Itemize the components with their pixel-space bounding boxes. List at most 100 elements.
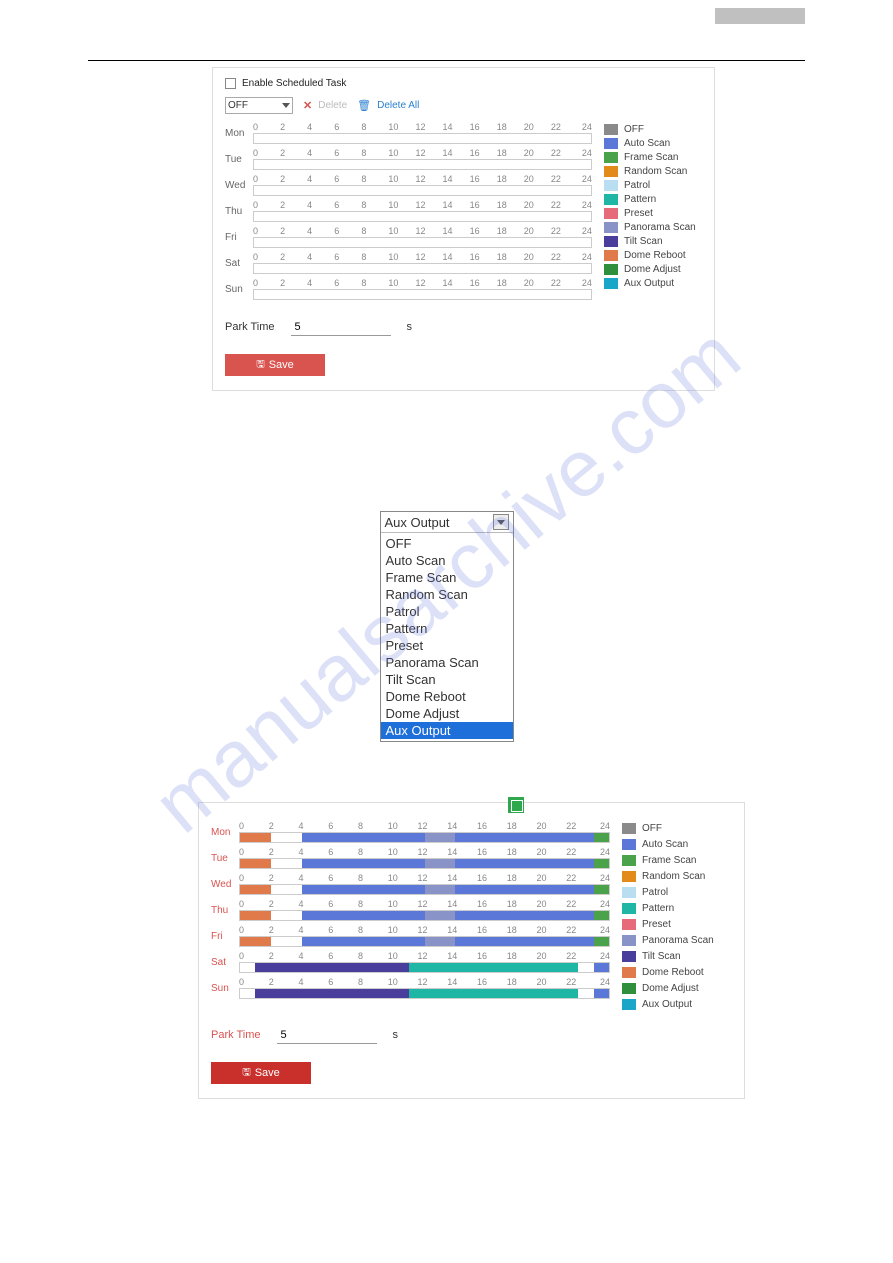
day-track[interactable]: [253, 133, 592, 144]
schedule-segment[interactable]: [240, 911, 271, 920]
legend-swatch: [622, 823, 636, 834]
legend: OFFAuto ScanFrame ScanRandom ScanPatrolP…: [604, 120, 702, 302]
schedule-grid[interactable]: Mon024681012141618202224Tue0246810121416…: [225, 120, 592, 302]
schedule-segment[interactable]: [594, 885, 609, 894]
legend-swatch: [622, 983, 636, 994]
legend-item: Aux Output: [622, 999, 732, 1010]
legend-label: Patrol: [642, 887, 668, 898]
schedule-segment[interactable]: [594, 963, 609, 972]
schedule-segment[interactable]: [302, 911, 425, 920]
legend-swatch: [622, 839, 636, 850]
legend-item: OFF: [604, 124, 702, 135]
schedule-segment[interactable]: [240, 885, 271, 894]
trash-icon: 🗑: [357, 99, 371, 112]
legend-swatch: [622, 871, 636, 882]
day-track[interactable]: [253, 211, 592, 222]
schedule-segment[interactable]: [455, 937, 593, 946]
schedule-segment[interactable]: [255, 963, 409, 972]
copy-icon[interactable]: [508, 797, 524, 813]
day-track[interactable]: [239, 962, 610, 973]
legend-swatch: [604, 194, 618, 205]
dropdown-option[interactable]: Auto Scan: [381, 552, 513, 569]
legend-item: Auto Scan: [604, 138, 702, 149]
day-track[interactable]: [253, 289, 592, 300]
legend-item: Dome Adjust: [604, 264, 702, 275]
day-track[interactable]: [253, 159, 592, 170]
schedule-segment[interactable]: [409, 989, 578, 998]
legend-item: Preset: [604, 208, 702, 219]
schedule-segment[interactable]: [455, 911, 593, 920]
task-type-select[interactable]: OFF: [225, 97, 293, 114]
legend-label: Pattern: [642, 903, 674, 914]
schedule-segment[interactable]: [425, 885, 456, 894]
schedule-segment[interactable]: [425, 937, 456, 946]
dropdown-option[interactable]: Panorama Scan: [381, 654, 513, 671]
schedule-segment[interactable]: [594, 859, 609, 868]
legend-label: Aux Output: [624, 278, 674, 289]
legend-item: Random Scan: [622, 871, 732, 882]
day-track[interactable]: [239, 858, 610, 869]
dropdown-selected: Aux Output: [385, 515, 450, 530]
schedule-segment[interactable]: [455, 833, 593, 842]
dropdown-toggle[interactable]: [493, 514, 509, 530]
schedule-segment[interactable]: [425, 911, 456, 920]
day-track[interactable]: [253, 237, 592, 248]
dropdown-option[interactable]: Aux Output: [381, 722, 513, 739]
dropdown-option[interactable]: Preset: [381, 637, 513, 654]
day-track[interactable]: [253, 185, 592, 196]
schedule-segment[interactable]: [255, 989, 409, 998]
legend-swatch: [604, 152, 618, 163]
day-track[interactable]: [239, 936, 610, 947]
legend-item: Panorama Scan: [604, 222, 702, 233]
day-track[interactable]: [253, 263, 592, 274]
schedule-segment[interactable]: [594, 833, 609, 842]
schedule-grid[interactable]: Mon024681012141618202224Tue0246810121416…: [211, 819, 610, 1010]
legend-swatch: [622, 855, 636, 866]
save-button[interactable]: Save: [211, 1062, 311, 1084]
delete-all-button[interactable]: 🗑 Delete All: [357, 99, 419, 112]
dropdown-option[interactable]: Frame Scan: [381, 569, 513, 586]
task-type-dropdown[interactable]: Aux Output OFFAuto ScanFrame ScanRandom …: [380, 511, 514, 742]
delete-button[interactable]: ✕ Delete: [303, 99, 347, 112]
schedule-segment[interactable]: [594, 937, 609, 946]
schedule-segment[interactable]: [455, 885, 593, 894]
schedule-segment[interactable]: [409, 963, 578, 972]
schedule-segment[interactable]: [302, 885, 425, 894]
park-time-input[interactable]: [291, 318, 391, 336]
day-track[interactable]: [239, 884, 610, 895]
schedule-segment[interactable]: [425, 859, 456, 868]
schedule-segment[interactable]: [240, 937, 271, 946]
dropdown-option[interactable]: Tilt Scan: [381, 671, 513, 688]
dropdown-option[interactable]: OFF: [381, 535, 513, 552]
schedule-segment[interactable]: [594, 989, 609, 998]
schedule-segment[interactable]: [302, 859, 425, 868]
schedule-segment[interactable]: [240, 859, 271, 868]
day-track[interactable]: [239, 988, 610, 999]
dropdown-option[interactable]: Patrol: [381, 603, 513, 620]
dropdown-option[interactable]: Pattern: [381, 620, 513, 637]
save-button[interactable]: Save: [225, 354, 325, 376]
schedule-segment[interactable]: [594, 911, 609, 920]
legend-label: Dome Reboot: [642, 967, 704, 978]
day-track[interactable]: [239, 832, 610, 843]
delete-all-label: Delete All: [377, 100, 419, 111]
schedule-segment[interactable]: [455, 859, 593, 868]
day-track[interactable]: [239, 910, 610, 921]
schedule-segment[interactable]: [240, 833, 271, 842]
day-label: Thu: [225, 206, 253, 217]
dropdown-option[interactable]: Random Scan: [381, 586, 513, 603]
dropdown-option[interactable]: Dome Adjust: [381, 705, 513, 722]
dropdown-list[interactable]: OFFAuto ScanFrame ScanRandom ScanPatrolP…: [381, 533, 513, 741]
day-label: Fri: [211, 931, 239, 942]
legend-label: Dome Adjust: [624, 264, 681, 275]
day-label: Sun: [225, 284, 253, 295]
legend-swatch: [604, 278, 618, 289]
enable-checkbox[interactable]: [225, 78, 236, 89]
schedule-segment[interactable]: [425, 833, 456, 842]
dropdown-option[interactable]: Dome Reboot: [381, 688, 513, 705]
park-time-input[interactable]: [277, 1026, 377, 1044]
legend-label: OFF: [624, 124, 644, 135]
schedule-segment[interactable]: [302, 937, 425, 946]
schedule-segment[interactable]: [302, 833, 425, 842]
legend-label: Pattern: [624, 194, 656, 205]
